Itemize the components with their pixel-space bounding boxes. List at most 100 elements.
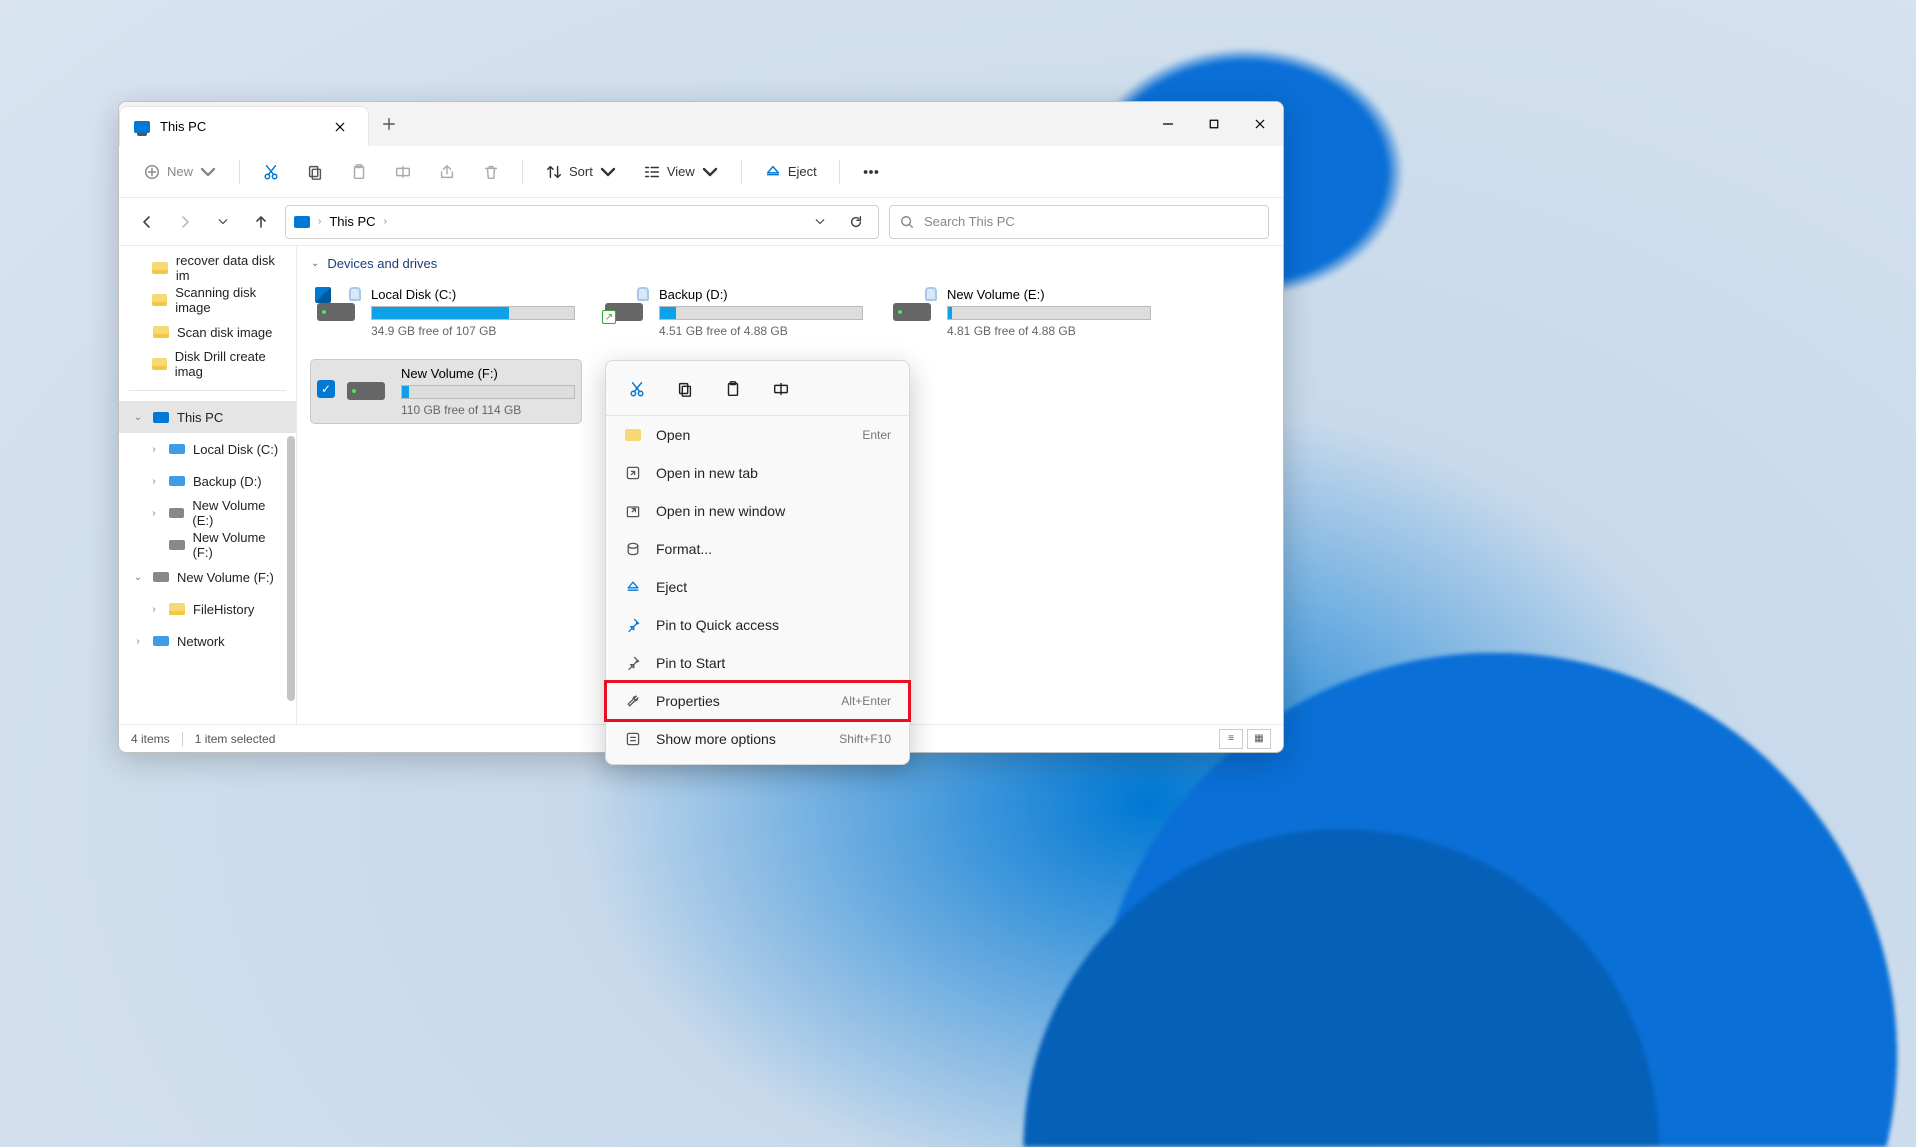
window-tab[interactable]: This PC [119,106,369,146]
new-tab-button[interactable] [369,102,409,146]
ctx-rename-button[interactable] [764,373,798,405]
nav-recent-item[interactable]: Scanning disk image [119,284,296,316]
drive-free-text: 4.81 GB free of 4.88 GB [947,324,1151,338]
folder-icon [153,326,169,338]
address-this-pc-icon [294,216,310,228]
tab-title: This PC [160,119,318,134]
collapse-icon[interactable]: ⌄ [131,412,145,423]
this-pc-icon [153,412,169,423]
drive-item[interactable]: ✓ New Volume (E:) 4.81 GB free of 4.88 G… [887,281,1157,344]
drive-icon [893,289,935,321]
group-header-devices[interactable]: ⌄ Devices and drives [311,256,1269,271]
address-bar[interactable]: › This PC › [285,205,879,239]
nav-scrollbar-thumb[interactable] [287,436,295,701]
navigation-pane: recover data disk im Scanning disk image… [119,246,297,724]
back-button[interactable] [133,208,161,236]
nav-folder-item[interactable]: ›FileHistory [119,593,296,625]
checkbox-icon: ✓ [317,380,335,398]
forward-button[interactable] [171,208,199,236]
nav-drive-expanded[interactable]: ⌄New Volume (F:) [119,561,296,593]
folder-icon [152,358,167,370]
nav-drive-item[interactable]: ›Local Disk (C:) [119,433,296,465]
search-placeholder: Search This PC [924,214,1015,229]
drive-free-text: 110 GB free of 114 GB [401,403,575,417]
collapse-icon[interactable]: ⌄ [131,572,145,583]
expand-icon[interactable]: › [147,476,161,487]
address-location: This PC [329,214,375,229]
nav-network[interactable]: ›Network [119,625,296,657]
ctx-open-window[interactable]: Open in new window [606,492,909,530]
network-icon [153,636,169,646]
open-tab-icon [624,464,642,482]
drive-name: Local Disk (C:) [371,287,575,302]
ctx-pin-quick[interactable]: Pin to Quick access [606,606,909,644]
expand-icon[interactable]: › [131,636,145,647]
nav-recent-item[interactable]: Disk Drill create imag [119,348,296,380]
this-pc-icon [134,121,150,133]
search-input[interactable]: Search This PC [889,205,1269,239]
drive-usage-bar [947,306,1151,320]
ctx-properties[interactable]: Properties Alt+Enter [606,682,909,720]
folder-icon [152,294,167,306]
nav-drive-item[interactable]: New Volume (F:) [119,529,296,561]
nav-recent-item[interactable]: Scan disk image [119,316,296,348]
copy-button[interactable] [296,155,334,189]
view-button[interactable]: View [633,155,729,189]
paste-button[interactable] [340,155,378,189]
maximize-button[interactable] [1191,102,1237,146]
nav-this-pc[interactable]: ⌄This PC [119,401,296,433]
drive-item[interactable]: ✓ Local Disk (C:) 34.9 GB free of 107 GB [311,281,581,344]
close-window-button[interactable] [1237,102,1283,146]
expand-icon[interactable]: › [147,604,161,615]
ctx-open[interactable]: Open Enter [606,416,909,454]
titlebar: This PC [119,102,1283,146]
folder-icon [624,426,642,444]
up-button[interactable] [247,208,275,236]
drive-icon [169,508,185,518]
pin-icon [624,616,642,634]
drive-item[interactable]: ✓ New Volume (F:) 110 GB free of 114 GB [311,360,581,423]
view-label: View [667,164,695,179]
drive-name: Backup (D:) [659,287,863,302]
minimize-button[interactable] [1145,102,1191,146]
more-button[interactable] [852,155,890,189]
rename-button[interactable] [384,155,422,189]
recent-button[interactable] [209,208,237,236]
context-menu: Open Enter Open in new tab Open in new w… [605,360,910,765]
sort-button[interactable]: Sort [535,155,627,189]
large-icons-view-button[interactable]: ▦ [1247,729,1271,749]
ctx-paste-button[interactable] [716,373,750,405]
address-bar-row: › This PC › Search This PC [119,198,1283,246]
new-button[interactable]: New [133,155,227,189]
window-controls [1145,102,1283,146]
eject-button[interactable]: Eject [754,155,827,189]
chevron-right-icon: › [384,216,387,227]
delete-button[interactable] [472,155,510,189]
nav-recent-item[interactable]: recover data disk im [119,252,296,284]
ctx-format[interactable]: Format... [606,530,909,568]
ctx-copy-button[interactable] [668,373,702,405]
tab-close-button[interactable] [328,115,352,139]
ctx-cut-button[interactable] [620,373,654,405]
ctx-pin-start[interactable]: Pin to Start [606,644,909,682]
ctx-show-more[interactable]: Show more options Shift+F10 [606,720,909,758]
details-view-button[interactable]: ≡ [1219,729,1243,749]
nav-drive-item[interactable]: ›Backup (D:) [119,465,296,497]
ctx-open-tab[interactable]: Open in new tab [606,454,909,492]
context-quick-actions [606,367,909,416]
refresh-button[interactable] [842,208,870,236]
toolbar: New Sort View Eject [119,146,1283,198]
ctx-eject[interactable]: Eject [606,568,909,606]
address-dropdown-button[interactable] [806,208,834,236]
share-button[interactable] [428,155,466,189]
status-selected-count: 1 item selected [195,732,276,746]
expand-icon[interactable]: › [147,444,161,455]
new-label: New [167,164,193,179]
cut-button[interactable] [252,155,290,189]
drive-usage-bar [401,385,575,399]
nav-drive-item[interactable]: ›New Volume (E:) [119,497,296,529]
chevron-right-icon: › [318,216,321,227]
collapse-icon: ⌄ [311,258,319,269]
expand-icon[interactable]: › [147,508,161,519]
drive-item[interactable]: ✓ ↗ Backup (D:) 4.51 GB free of 4.88 GB [599,281,869,344]
